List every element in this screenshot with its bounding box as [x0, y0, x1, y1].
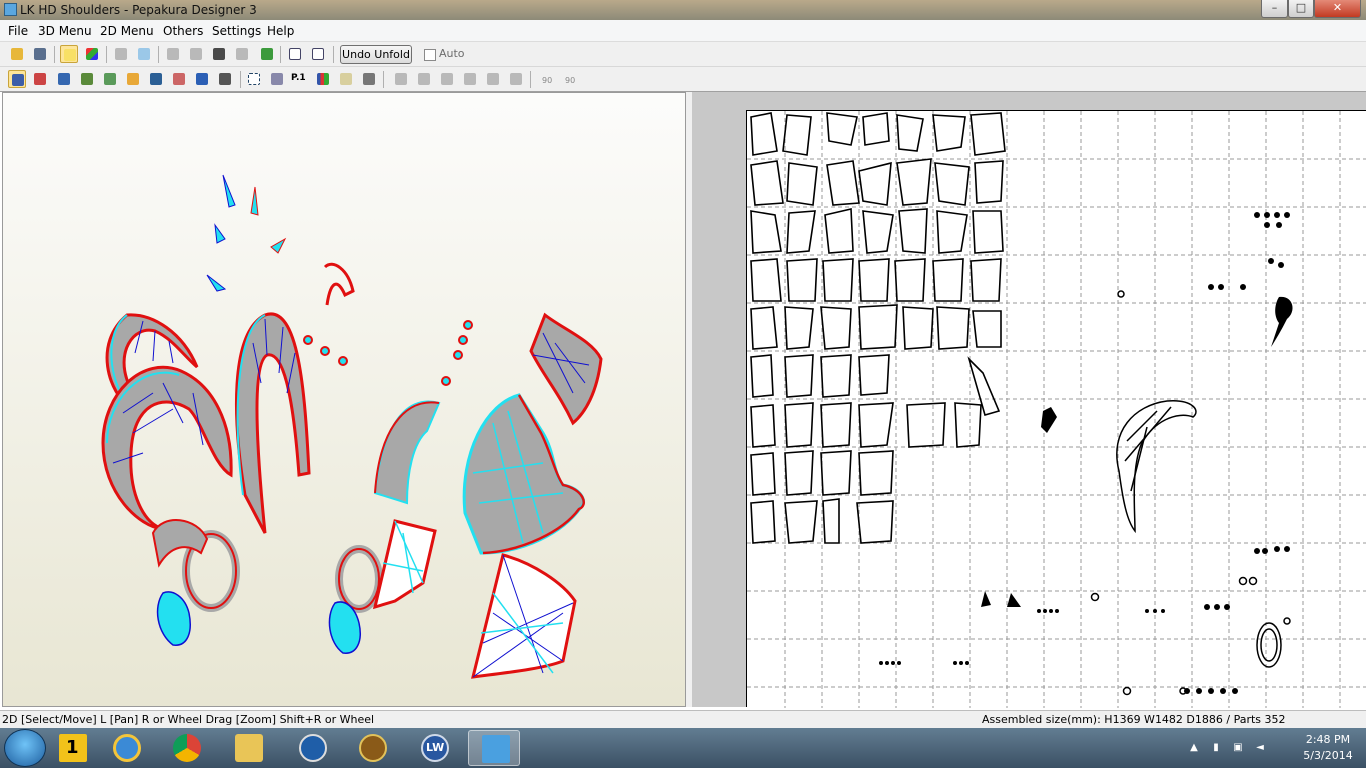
2d-pattern-view[interactable] [692, 92, 1366, 708]
align-top-icon[interactable] [461, 70, 479, 88]
unfold-icon[interactable] [258, 45, 276, 63]
redo-arrow-icon[interactable] [216, 70, 234, 88]
3d-model-view[interactable] [2, 92, 686, 707]
internet-explorer-icon [113, 734, 141, 762]
colored-cube-icon[interactable] [83, 45, 101, 63]
signal-icon[interactable]: ▮ [1210, 742, 1222, 754]
print-preview-icon[interactable] [337, 70, 355, 88]
folder-icon [235, 734, 263, 762]
edit-toolbar: P.1 90 90 [0, 67, 1366, 92]
align-middle-icon[interactable] [484, 70, 502, 88]
align-left-icon[interactable] [392, 70, 410, 88]
rotate-right-90-label: 90 [565, 76, 576, 85]
bar-chart-icon[interactable] [314, 70, 332, 88]
taskbar-chrome[interactable] [160, 730, 212, 766]
toolbar-separator [240, 71, 241, 88]
flap-tool-icon[interactable] [170, 70, 188, 88]
status-mode-hint: 2D [Select/Move] L [Pan] R or Wheel Drag… [2, 713, 375, 726]
show-hidden-icons-icon[interactable]: ▲ [1188, 742, 1200, 754]
window-title: LK HD Shoulders - Pepakura Designer 3 [20, 3, 257, 17]
3d-model-canvas[interactable] [3, 93, 687, 708]
hp-icon [299, 734, 327, 762]
wireframe-cube-icon[interactable] [112, 45, 130, 63]
title-bar[interactable]: LK HD Shoulders - Pepakura Designer 3 – … [0, 0, 1366, 20]
status-bar: 2D [Select/Move] L [Pan] R or Wheel Drag… [0, 710, 1366, 728]
taskbar-warcraft[interactable] [346, 730, 398, 766]
chrome-icon [173, 734, 201, 762]
menu-help[interactable]: Help [267, 24, 294, 38]
pepakura-icon [482, 735, 510, 763]
save-icon[interactable] [31, 45, 49, 63]
rotate-part-icon[interactable] [101, 70, 119, 88]
action-center-icon[interactable]: ▣ [1232, 742, 1244, 754]
toolbar-separator [54, 46, 55, 63]
select-arrow-icon[interactable] [8, 70, 26, 88]
film-strip-icon[interactable] [55, 70, 73, 88]
image-tool-icon[interactable] [147, 70, 165, 88]
maximize-button[interactable]: □ [1288, 0, 1314, 18]
pattern-grid-canvas[interactable] [747, 111, 1366, 708]
anchor-icon[interactable] [210, 45, 228, 63]
auto-checkbox[interactable] [424, 49, 436, 61]
join-edges-icon[interactable] [78, 70, 96, 88]
rotate-left-90-icon[interactable]: 90 [536, 70, 554, 88]
printer-icon[interactable] [360, 70, 378, 88]
taskbar-file-explorer[interactable] [222, 730, 274, 766]
lightwave-label: LW [426, 741, 445, 754]
page-number-label: P.1 [291, 73, 306, 83]
align-right-icon[interactable] [438, 70, 456, 88]
pan-tool-icon[interactable] [233, 45, 251, 63]
pattern-sheet[interactable] [746, 110, 1366, 708]
rotate-right-90-icon[interactable]: 90 [559, 70, 577, 88]
pepakura-app-icon [4, 3, 17, 16]
auto-label: Auto [439, 47, 465, 60]
close-button[interactable]: ✕ [1314, 0, 1361, 18]
toolbar-separator [106, 46, 107, 63]
pen-icon[interactable] [164, 45, 182, 63]
menu-file[interactable]: File [8, 24, 28, 38]
status-assembled-size: Assembled size(mm): H1369 W1482 D1886 / … [982, 713, 1286, 726]
text-tool-icon[interactable] [124, 70, 142, 88]
lightbulb-icon[interactable] [60, 45, 78, 63]
menu-3d[interactable]: 3D Menu [38, 24, 92, 38]
toolbar-separator [280, 46, 281, 63]
shaded-cube-icon[interactable] [135, 45, 153, 63]
main-toolbar: Undo Unfold Auto [0, 42, 1366, 67]
cylinder-icon[interactable] [187, 45, 205, 63]
taskbar-hp[interactable] [286, 730, 338, 766]
arrange-icon[interactable] [268, 70, 286, 88]
menu-settings[interactable]: Settings [212, 24, 261, 38]
single-view-icon[interactable] [286, 45, 304, 63]
minimize-button[interactable]: – [1261, 0, 1288, 18]
toolbar-separator [383, 71, 384, 88]
menu-2d[interactable]: 2D Menu [100, 24, 154, 38]
taskbar-pepakura[interactable] [468, 730, 520, 766]
edge-tool-icon[interactable] [31, 70, 49, 88]
clock-date[interactable]: 5/3/2014 [1296, 749, 1360, 762]
pinned-badge-label: 1 [66, 737, 79, 758]
page-number-icon[interactable]: P.1 [291, 70, 309, 88]
volume-muted-icon[interactable]: ◄ [1254, 742, 1266, 754]
clock-time[interactable]: 2:48 PM [1296, 733, 1360, 746]
undo-arrow-icon[interactable] [193, 70, 211, 88]
taskbar-internet-explorer[interactable] [100, 730, 152, 766]
menu-others[interactable]: Others [163, 24, 203, 38]
taskbar-lightwave[interactable]: LW [408, 730, 460, 766]
toolbar-separator [333, 46, 334, 63]
start-button[interactable] [4, 729, 46, 767]
rotate-left-90-label: 90 [542, 76, 553, 85]
undo-unfold-button[interactable]: Undo Unfold [340, 45, 412, 64]
toolbar-separator [158, 46, 159, 63]
fit-page-icon[interactable] [245, 70, 263, 88]
toolbar-separator [530, 71, 531, 88]
menu-bar: File 3D Menu 2D Menu Others Settings Hel… [0, 20, 1366, 42]
warcraft-icon [359, 734, 387, 762]
taskbar-pinned-1[interactable]: 1 [46, 730, 98, 766]
windows-taskbar: 1 LW ▲ ▮ ▣ ◄ 2:48 PM 5/3/2014 [0, 728, 1366, 768]
align-bottom-icon[interactable] [507, 70, 525, 88]
align-center-icon[interactable] [415, 70, 433, 88]
open-folder-icon[interactable] [8, 45, 26, 63]
split-view-icon[interactable] [309, 45, 327, 63]
